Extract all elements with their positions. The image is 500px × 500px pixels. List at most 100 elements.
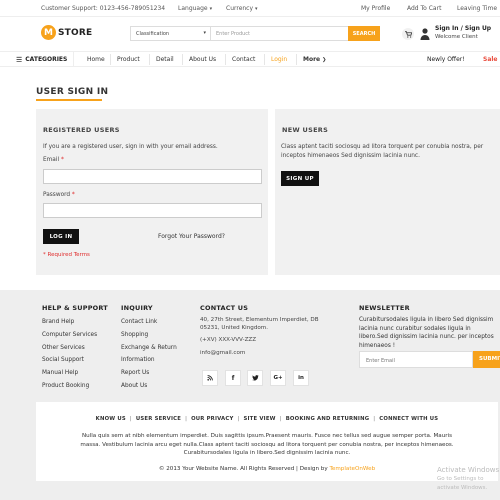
nav-divider: [225, 54, 226, 65]
contact-phone: (+XV) XXX-VVV-ZZZ: [200, 337, 257, 344]
contact-address: 40, 27th Street, Elementum Imperdiet, DB: [200, 317, 319, 323]
nav-more[interactable]: More ❯: [303, 52, 326, 67]
search-input[interactable]: Enter Product: [211, 27, 348, 40]
sale-link[interactable]: Sale: [483, 52, 498, 67]
nav-divider: [182, 54, 183, 65]
linkedin-icon[interactable]: in: [293, 370, 309, 386]
contact-address: 05231, United Kingdom.: [200, 325, 269, 332]
cart-icon[interactable]: [402, 28, 414, 40]
page-title: USER SIGN IN: [36, 87, 109, 97]
newsletter-text: Curabitursodales ligula in libero Sed di…: [359, 317, 494, 349]
designer-link[interactable]: TemplateOnWeb: [329, 466, 375, 472]
footer: HELP & SUPPORT Brand Help Computer Servi…: [0, 290, 500, 500]
password-label: Password *: [43, 192, 75, 198]
footer-help-title: HELP & SUPPORT: [42, 304, 108, 312]
footer-link[interactable]: About Us: [121, 380, 177, 393]
nav-divider: [110, 54, 111, 65]
nav-divider: [149, 54, 150, 65]
footer-link[interactable]: Report Us: [121, 367, 177, 380]
rss-icon[interactable]: [202, 370, 218, 386]
twitter-icon[interactable]: [247, 370, 263, 386]
google-plus-icon[interactable]: G+: [270, 370, 286, 386]
footer-link[interactable]: Shopping: [121, 329, 177, 342]
nav-home[interactable]: Home: [87, 52, 105, 67]
email-label: Email *: [43, 157, 64, 163]
store-logo[interactable]: M STORE: [41, 25, 92, 40]
caret-down-icon: ▾: [209, 6, 213, 12]
language-dropdown[interactable]: Language ▾: [178, 5, 212, 12]
currency-dropdown[interactable]: Currency ▾: [226, 5, 258, 12]
caret-down-icon: ▾: [255, 6, 258, 12]
footer-help-column: HELP & SUPPORT Brand Help Computer Servi…: [42, 304, 108, 393]
footer-newsletter-column: NEWSLETTER Curabitursodales ligula in li…: [359, 304, 499, 350]
header: M STORE Classification ▾ Enter Product SE…: [0, 17, 500, 51]
sign-in-link[interactable]: Sign In / Sign Up: [435, 25, 491, 33]
chevron-down-icon: ❯: [322, 56, 327, 63]
search-bar: Classification ▾ Enter Product SEARCH: [130, 26, 380, 41]
newly-offer-link[interactable]: Newly Offer!: [427, 52, 465, 67]
my-profile-link[interactable]: My Profile: [361, 5, 390, 12]
main-nav: ☰ CATEGORIES Home Product Detail About Us…: [0, 51, 500, 67]
nav-login[interactable]: Login: [271, 52, 287, 67]
title-underline: [36, 99, 102, 101]
footer-bottom-links: KNOW US | USER SERVICE | OUR PRIVACY | SITE VI…: [95, 416, 439, 422]
footer-link[interactable]: Manual Help: [42, 367, 108, 380]
footer-link[interactable]: Social Support: [42, 354, 108, 367]
password-field[interactable]: [43, 203, 262, 218]
bottom-link-connect[interactable]: CONNECT WITH US: [379, 416, 438, 422]
footer-link[interactable]: Computer Services: [42, 329, 108, 342]
footer-contact-title: CONTACT US: [200, 304, 249, 312]
footer-link[interactable]: Other Services: [42, 342, 108, 355]
search-button[interactable]: SEARCH: [348, 26, 380, 41]
footer-inquiry-column: INQUIRY Contact Link Shopping Exchange &…: [121, 304, 177, 393]
footer-newsletter-title: NEWSLETTER: [359, 304, 410, 312]
footer-link[interactable]: Exchange & Return: [121, 342, 177, 355]
chevron-down-icon: ▾: [203, 30, 206, 36]
search-category-select[interactable]: Classification ▾: [131, 27, 211, 40]
copyright: © 2013 Your Website Name. All Rights Res…: [158, 466, 376, 472]
newsletter-submit-button[interactable]: SUBMIT: [473, 351, 500, 368]
nav-about-us[interactable]: About Us: [189, 52, 216, 67]
user-icon: [420, 28, 430, 40]
top-bar: Customer Support: 0123-456-789051234 Lan…: [0, 0, 500, 17]
footer-description: Nulla quis sem at nibh elementum imperdi…: [80, 433, 454, 456]
registered-users-panel: REGISTERED USERS If you are a registered…: [36, 109, 268, 275]
menu-icon: ☰: [16, 55, 23, 64]
bottom-link-know-us[interactable]: KNOW US: [96, 416, 126, 422]
footer-link[interactable]: Brand Help: [42, 316, 108, 329]
footer-inquiry-title: INQUIRY: [121, 304, 153, 312]
bottom-link-booking[interactable]: BOOKING AND RETURNING: [286, 416, 370, 422]
categories-menu[interactable]: ☰ CATEGORIES: [16, 52, 75, 67]
sign-in-block[interactable]: Sign In / Sign Up Welcome Client: [435, 25, 491, 41]
required-terms-note: * Required Terms: [43, 252, 90, 258]
footer-contact-column: CONTACT US 40, 27th Street, Elementum Im…: [200, 304, 319, 357]
nav-contact[interactable]: Contact: [232, 52, 255, 67]
contact-email[interactable]: info@gmail.com: [200, 349, 319, 357]
nav-detail[interactable]: Detail: [156, 52, 174, 67]
facebook-icon[interactable]: f: [225, 370, 241, 386]
signup-button[interactable]: SIGN UP: [281, 171, 319, 186]
nav-divider: [296, 54, 297, 65]
footer-link[interactable]: Information: [121, 354, 177, 367]
nav-divider: [264, 54, 265, 65]
logo-text: STORE: [58, 27, 93, 38]
bottom-link-site-view[interactable]: SITE VIEW: [243, 416, 275, 422]
welcome-text: Welcome Client: [435, 34, 478, 40]
login-button[interactable]: LOG IN: [43, 229, 79, 244]
footer-link[interactable]: Contact Link: [121, 316, 177, 329]
leaving-time-link[interactable]: Leaving Time: [457, 5, 497, 12]
email-field[interactable]: [43, 169, 262, 184]
activate-windows-watermark: Activate Windows Go to Settings to activ…: [437, 466, 500, 491]
forgot-password-link[interactable]: Forgot Your Password?: [158, 233, 225, 240]
bottom-link-our-privacy[interactable]: OUR PRIVACY: [191, 416, 233, 422]
newsletter-email-input[interactable]: Enter Email: [359, 351, 473, 368]
add-to-cart-link[interactable]: Add To Cart: [407, 5, 441, 12]
footer-link[interactable]: Product Booking: [42, 380, 108, 393]
registered-intro: If you are a registered user, sign in wi…: [43, 144, 218, 150]
logo-badge: M: [41, 25, 56, 40]
nav-product[interactable]: Product: [117, 52, 140, 67]
new-users-text: Class aptent taciti sociosqu ad litora t…: [281, 144, 484, 159]
bottom-link-user-service[interactable]: USER SERVICE: [136, 416, 181, 422]
customer-support-text: Customer Support: 0123-456-789051234: [41, 5, 166, 12]
footer-bottom: KNOW US | USER SERVICE | OUR PRIVACY | SITE VI…: [36, 402, 498, 481]
